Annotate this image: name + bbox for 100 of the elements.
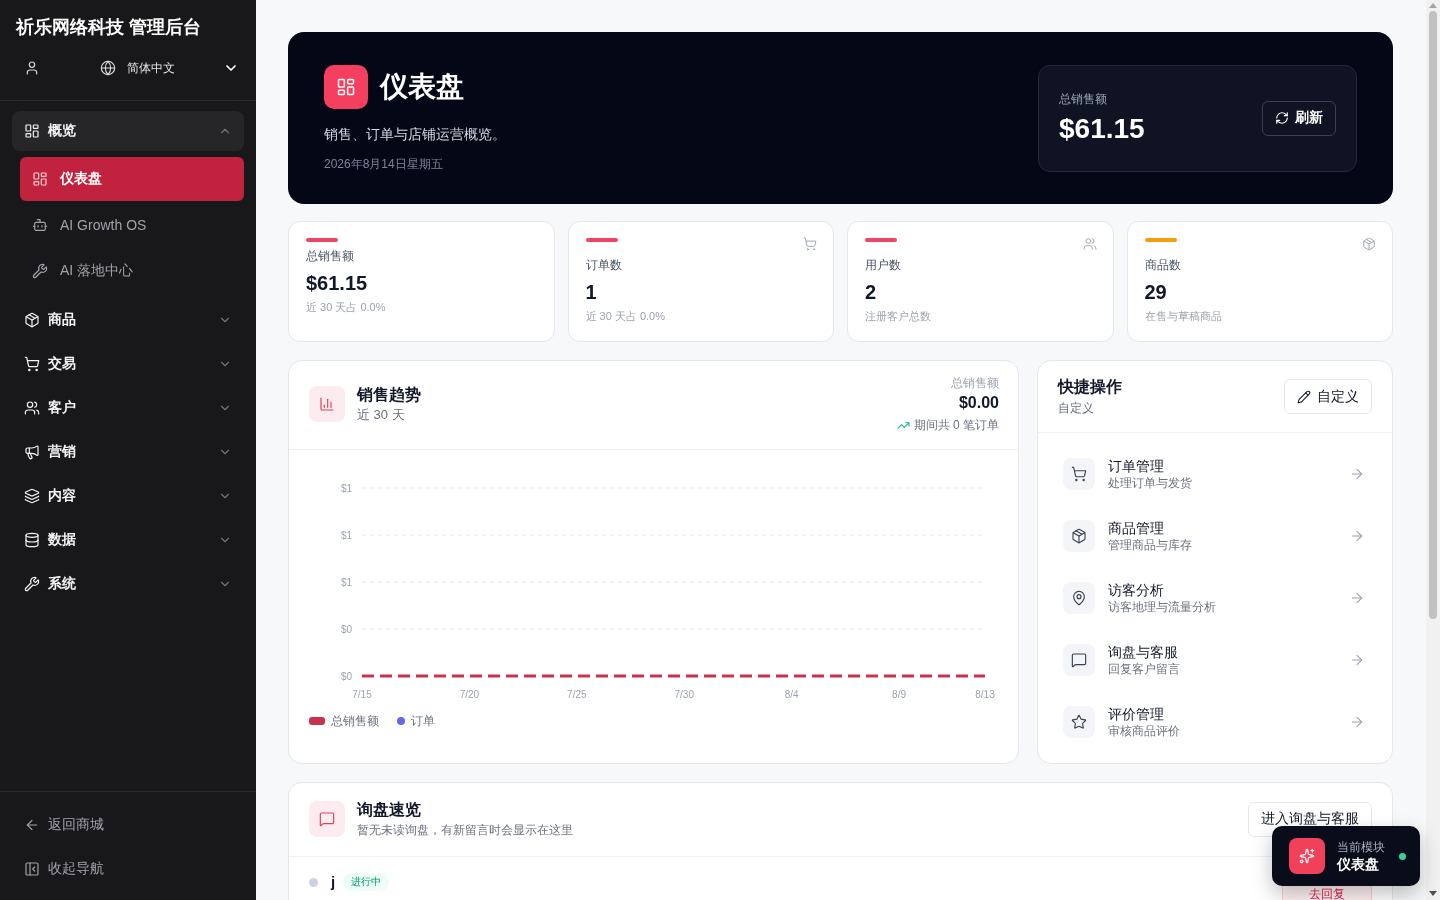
wrench-icon xyxy=(24,576,40,592)
total-sales-label: 总销售额 xyxy=(1059,90,1108,107)
x-axis-label: 7/30 xyxy=(674,689,694,700)
arrow-right-icon xyxy=(1349,528,1365,544)
card-title: 快捷操作 xyxy=(1058,377,1122,397)
wrench-icon xyxy=(32,263,48,279)
cart-icon xyxy=(1063,458,1095,490)
total-sales-value: $61.15 xyxy=(1059,111,1145,146)
action-description: 处理订单与发货 xyxy=(1108,475,1193,491)
nav-group[interactable]: 营销 xyxy=(12,432,244,472)
y-axis-label: $0 xyxy=(340,623,352,635)
nav-group[interactable]: 内容 xyxy=(12,476,244,516)
stat-note: 注册客户总数 xyxy=(865,309,932,323)
brand-title: 祈乐网络科技 管理后台 xyxy=(16,16,202,39)
scroll-down-icon[interactable] xyxy=(1429,891,1437,896)
nav-group[interactable]: 系统 xyxy=(12,564,244,604)
period-sales-label: 总销售额 xyxy=(951,375,999,391)
nav-item[interactable]: 仪表盘 xyxy=(20,157,244,201)
quick-action-link[interactable]: 询盘与客服 回复客户留言 xyxy=(1058,629,1372,691)
nav-group[interactable]: 商品 xyxy=(12,300,244,340)
arrow-right-icon xyxy=(1349,590,1365,606)
stat-note: 近 30 天占 0.0% xyxy=(306,300,387,314)
scrollbar-thumb[interactable] xyxy=(1429,11,1437,619)
action-title: 询盘与客服 xyxy=(1108,643,1179,661)
sparkles-icon xyxy=(1289,838,1325,874)
arrow-right-icon xyxy=(1349,652,1365,668)
stat-label: 订单数 xyxy=(585,257,623,273)
stat-value: $61.15 xyxy=(306,271,369,295)
card-title: 询盘速览 xyxy=(357,800,422,820)
cart-icon xyxy=(803,237,817,251)
customize-button[interactable]: 自定义 xyxy=(1284,379,1372,414)
cart-icon xyxy=(24,356,40,372)
legend-label: 总销售额 xyxy=(331,713,379,729)
action-title: 访客分析 xyxy=(1108,581,1165,599)
x-axis-label: 7/15 xyxy=(352,689,372,700)
users-icon xyxy=(1082,237,1097,251)
card-title: 销售趋势 xyxy=(357,385,421,405)
y-axis-label: $1 xyxy=(340,529,352,541)
quick-action-link[interactable]: 商品管理 管理商品与库存 xyxy=(1058,505,1372,567)
stat-value: 2 xyxy=(865,280,878,304)
y-axis-label: $1 xyxy=(340,482,352,494)
scroll-up-icon[interactable] xyxy=(1429,3,1437,8)
map-pin-icon xyxy=(1063,582,1095,614)
stat-value: 29 xyxy=(1144,280,1168,304)
package-icon xyxy=(1362,237,1376,251)
nav-group[interactable]: 数据 xyxy=(12,520,244,560)
layers-icon xyxy=(24,488,40,504)
nav-group[interactable]: 概览 xyxy=(12,111,244,151)
megaphone-icon xyxy=(24,444,40,460)
quick-action-link[interactable]: 评价管理 审核商品评价 xyxy=(1058,691,1372,753)
pencil-icon xyxy=(1297,389,1311,404)
action-title: 订单管理 xyxy=(1108,457,1165,475)
nav-item[interactable]: AI 落地中心 xyxy=(20,249,244,293)
stat-label: 商品数 xyxy=(1144,257,1182,273)
orders-summary: 期间共 0 笔订单 xyxy=(913,417,999,433)
legend-label: 订单 xyxy=(411,713,435,729)
card-subtitle: 自定义 xyxy=(1058,400,1095,416)
nav-item[interactable]: AI Growth OS xyxy=(20,203,244,247)
robot-icon xyxy=(32,217,48,233)
users-icon xyxy=(24,400,40,416)
stat-note: 近 30 天占 0.0% xyxy=(585,309,666,323)
sidebar-link[interactable]: 返回商城 xyxy=(12,804,244,846)
status-badge: 进行中 xyxy=(343,873,390,891)
x-axis-label: 8/13 xyxy=(975,689,995,700)
bar-chart-icon xyxy=(309,386,345,422)
y-axis-label: $0 xyxy=(340,670,352,682)
language-select[interactable]: 简体中文 xyxy=(92,53,244,83)
arrow-left-icon xyxy=(24,817,40,833)
scrollbar[interactable] xyxy=(1426,0,1440,900)
nav-group[interactable]: 客户 xyxy=(12,388,244,428)
toast-label: 当前模块 xyxy=(1337,839,1385,855)
customer-name: j xyxy=(331,873,336,891)
stat-value: 1 xyxy=(585,280,598,304)
sidebar-link[interactable]: 收起导航 xyxy=(12,848,244,890)
action-description: 访客地理与流量分析 xyxy=(1108,599,1217,615)
refresh-button[interactable]: 刷新 xyxy=(1262,100,1336,136)
arrow-right-icon xyxy=(1349,714,1365,730)
action-description: 管理商品与库存 xyxy=(1108,537,1193,553)
stat-label: 用户数 xyxy=(865,257,902,273)
action-description: 回复客户留言 xyxy=(1108,661,1181,677)
message-icon xyxy=(309,801,345,837)
card-subtitle: 近 30 天 xyxy=(357,406,406,424)
dashboard-icon xyxy=(24,123,40,139)
stat-note: 在售与草稿商品 xyxy=(1144,309,1223,323)
x-axis-label: 8/9 xyxy=(892,689,906,700)
arrow-right-icon xyxy=(1349,466,1365,482)
action-description: 审核商品评价 xyxy=(1108,723,1181,739)
nav-group[interactable]: 交易 xyxy=(12,344,244,384)
card-subtitle: 暂无未读询盘，有新留言时会显示在这里 xyxy=(357,822,573,838)
user-icon[interactable] xyxy=(24,60,40,76)
current-module-toast[interactable]: 当前模块 仪表盘 xyxy=(1272,826,1420,886)
globe-icon xyxy=(100,60,116,76)
status-dot-icon xyxy=(309,878,318,887)
message-icon xyxy=(1063,644,1095,676)
quick-action-link[interactable]: 订单管理 处理订单与发货 xyxy=(1058,443,1372,505)
online-dot-icon xyxy=(1399,852,1406,860)
quick-action-link[interactable]: 访客分析 访客地理与流量分析 xyxy=(1058,567,1372,629)
refresh-icon xyxy=(1275,111,1289,125)
page-subtitle: 销售、订单与店铺运营概览。 xyxy=(324,124,506,144)
period-sales-value: $0.00 xyxy=(958,393,999,413)
